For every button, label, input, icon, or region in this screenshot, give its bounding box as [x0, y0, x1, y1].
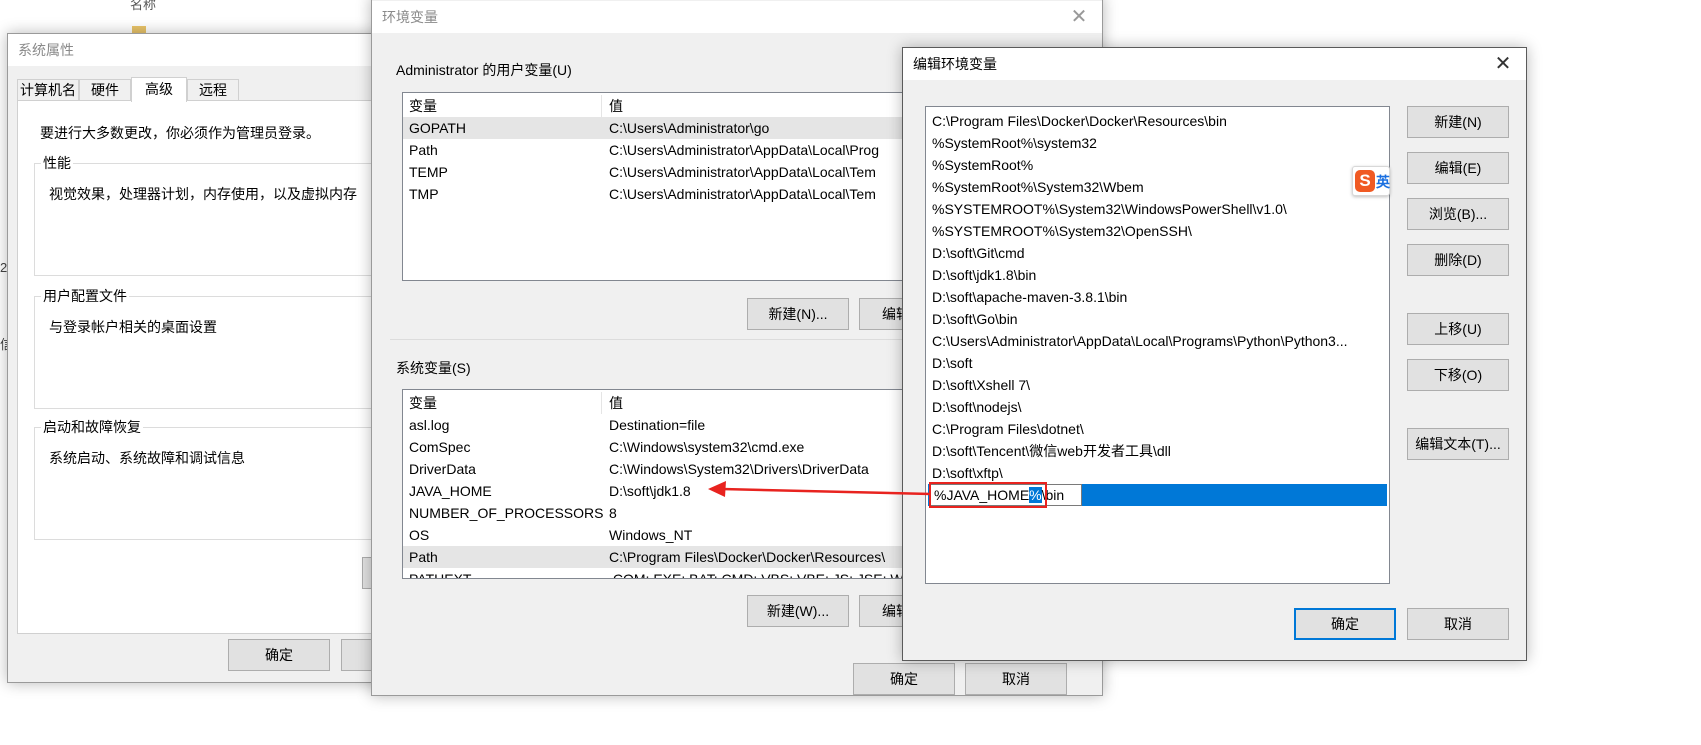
list-item[interactable]: D:\soft\jdk1.8\bin	[932, 264, 1387, 286]
list-item[interactable]: %SYSTEMROOT%\System32\OpenSSH\	[932, 220, 1387, 242]
user-profiles-desc: 与登录帐户相关的桌面设置	[49, 319, 217, 335]
ok-button[interactable]: 确定	[228, 639, 330, 671]
tab-remote[interactable]: 远程	[187, 79, 239, 101]
edit-env-titlebar: 编辑环境变量 ✕	[903, 48, 1526, 80]
performance-desc: 视觉效果，处理器计划，内存使用，以及虚拟内存	[49, 186, 357, 202]
admin-note: 要进行大多数更改，你必须作为管理员登录。	[40, 125, 320, 141]
cancel-button[interactable]: 取消	[965, 663, 1067, 695]
tab-bar: 计算机名 硬件 高级 远程	[17, 77, 377, 102]
edit-button[interactable]: 编辑(E)	[1407, 152, 1509, 184]
column-header-value[interactable]: 值	[609, 95, 623, 117]
list-item[interactable]: D:\soft\Go\bin	[932, 308, 1387, 330]
system-new-button[interactable]: 新建(W)...	[747, 595, 849, 627]
user-profiles-group: 用户配置文件 与登录帐户相关的桌面设置	[34, 287, 384, 409]
list-item[interactable]: C:\Users\Administrator\AppData\Local\Pro…	[932, 330, 1387, 352]
window-title: 编辑环境变量	[913, 56, 997, 72]
list-item[interactable]: %SystemRoot%\System32\Wbem	[932, 176, 1387, 198]
annotation-highlight-box	[929, 482, 1047, 508]
explorer-header-fragment: 名称	[130, 0, 157, 12]
system-properties-window: 系统属性 计算机名 硬件 高级 远程 要进行大多数更改，你必须作为管理员登录。 …	[7, 33, 392, 683]
tab-hardware[interactable]: 硬件	[79, 79, 131, 101]
list-item[interactable]: %SYSTEMROOT%\System32\WindowsPowerShell\…	[932, 198, 1387, 220]
ok-button[interactable]: 确定	[1294, 608, 1396, 640]
list-item[interactable]: D:\soft\apache-maven-3.8.1\bin	[932, 286, 1387, 308]
column-header-value[interactable]: 值	[609, 392, 623, 414]
path-entries-list[interactable]: C:\Program Files\Docker\Docker\Resources…	[925, 106, 1390, 584]
sogou-logo-icon: S	[1355, 170, 1375, 192]
list-item[interactable]: D:\soft\nodejs\	[932, 396, 1387, 418]
list-item[interactable]: C:\Program Files\Docker\Docker\Resources…	[932, 110, 1387, 132]
user-profiles-label: 用户配置文件	[41, 287, 129, 305]
advanced-tab-panel: 要进行大多数更改，你必须作为管理员登录。 性能 视觉效果，处理器计划，内存使用，…	[17, 100, 392, 634]
delete-button[interactable]: 删除(D)	[1407, 244, 1509, 276]
ime-status-bar[interactable]: S 英	[1352, 166, 1390, 196]
browse-button[interactable]: 浏览(B)...	[1407, 198, 1509, 230]
edit-text-button[interactable]: 编辑文本(T)...	[1407, 428, 1509, 460]
java-home-value: D:\soft\jdk1.8	[609, 483, 691, 499]
list-item[interactable]: D:\soft	[932, 352, 1387, 374]
edit-environment-variable-window: 编辑环境变量 ✕ C:\Program Files\Docker\Docker\…	[902, 47, 1527, 661]
column-header-name[interactable]: 变量	[409, 95, 437, 117]
list-item[interactable]: D:\soft\xftp\	[932, 462, 1387, 484]
startup-recovery-group: 启动和故障恢复 系统启动、系统故障和调试信息	[34, 418, 384, 540]
performance-group: 性能 视觉效果，处理器计划，内存使用，以及虚拟内存	[34, 154, 384, 276]
window-title: 系统属性	[18, 42, 74, 58]
list-item[interactable]: C:\Program Files\dotnet\	[932, 418, 1387, 440]
move-up-button[interactable]: 上移(U)	[1407, 313, 1509, 345]
performance-label: 性能	[41, 154, 73, 172]
list-item[interactable]: %SystemRoot%	[932, 154, 1387, 176]
env-vars-titlebar: 环境变量 ✕	[372, 1, 1102, 33]
cancel-button[interactable]: 取消	[1407, 608, 1509, 640]
tab-computer-name[interactable]: 计算机名	[17, 79, 79, 101]
system-properties-titlebar: 系统属性	[8, 34, 386, 66]
new-button[interactable]: 新建(N)	[1407, 106, 1509, 138]
move-down-button[interactable]: 下移(O)	[1407, 359, 1509, 391]
close-icon[interactable]: ✕	[1480, 48, 1526, 80]
list-item[interactable]: %SystemRoot%\system32	[932, 132, 1387, 154]
list-item[interactable]: D:\soft\Tencent\微信web开发者工具\dll	[932, 440, 1387, 462]
list-item[interactable]: D:\soft\Xshell 7\	[932, 374, 1387, 396]
startup-recovery-label: 启动和故障恢复	[41, 418, 143, 436]
list-item[interactable]: D:\soft\Git\cmd	[932, 242, 1387, 264]
ok-button[interactable]: 确定	[853, 663, 955, 695]
window-title: 环境变量	[382, 9, 438, 25]
startup-recovery-desc: 系统启动、系统故障和调试信息	[49, 450, 245, 466]
close-icon[interactable]: ✕	[1056, 1, 1102, 33]
column-header-name[interactable]: 变量	[409, 392, 437, 414]
tab-advanced[interactable]: 高级	[131, 77, 187, 102]
user-new-button[interactable]: 新建(N)...	[747, 298, 849, 330]
system-vars-section-label: 系统变量(S)	[394, 359, 473, 377]
ime-mode-label: 英	[1376, 174, 1390, 190]
